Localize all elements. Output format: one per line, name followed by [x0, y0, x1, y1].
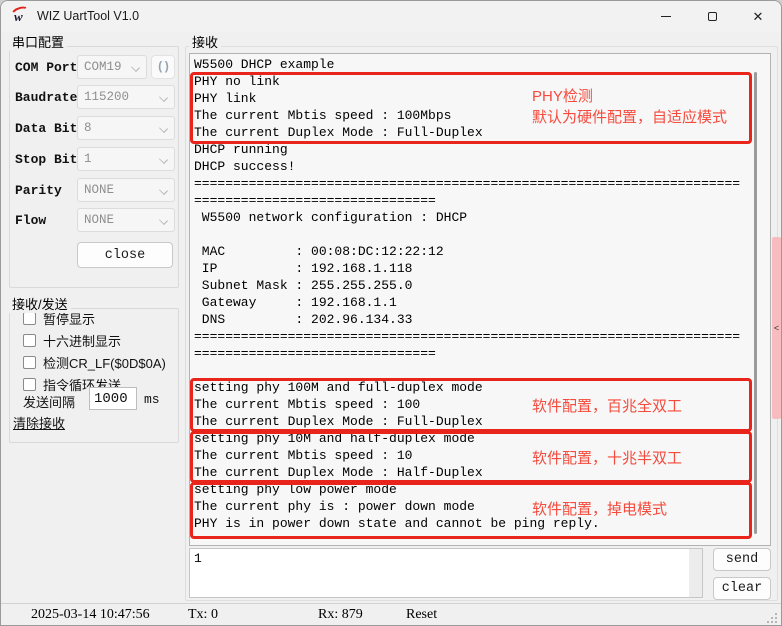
terminal-line: MAC : 00:08:DC:12:22:12 — [194, 244, 740, 261]
chevron-down-icon — [131, 63, 140, 72]
terminal-line: =============================== — [194, 346, 740, 363]
title-bar: w WIZ UartTool V1.0 ✕ — [1, 1, 781, 32]
terminal-line: ========================================… — [194, 176, 740, 193]
chevron-down-icon — [159, 124, 168, 133]
com-port-label: COM Port — [15, 60, 77, 75]
status-bar: 2025-03-14 10:47:56 Tx: 0 Rx: 879 Reset — [1, 603, 781, 626]
annotation-phy-default: 默认为硬件配置，自适应模式 — [532, 106, 727, 127]
checkbox-icon — [23, 312, 36, 325]
chevron-down-icon — [159, 216, 168, 225]
parity-label: Parity — [15, 183, 62, 198]
chevron-down-icon — [159, 186, 168, 195]
checkbox-icon — [23, 378, 36, 391]
parity-select[interactable]: NONE — [77, 178, 175, 202]
receive-group-label: 接收 — [189, 32, 221, 51]
checkbox-icon — [23, 356, 36, 369]
terminal-line — [194, 227, 740, 244]
side-panel-handle[interactable]: < — [772, 237, 781, 419]
stop-bit-select[interactable]: 1 — [77, 147, 175, 171]
resize-grip-icon[interactable] — [775, 621, 777, 623]
hex-display-checkbox[interactable]: 十六进制显示 — [23, 331, 121, 350]
send-area: 1 — [189, 548, 703, 598]
minimize-button[interactable] — [643, 1, 689, 32]
data-bit-select[interactable]: 8 — [77, 116, 175, 140]
terminal-line: ========================================… — [194, 329, 740, 346]
crlf-detect-checkbox[interactable]: 检测CR_LF($0D$0A) — [23, 353, 166, 372]
chevron-left-icon: < — [774, 323, 779, 333]
rxtx-group-label: 接收/发送 — [9, 294, 71, 313]
status-datetime: 2025-03-14 10:47:56 — [31, 607, 150, 623]
close-window-button[interactable]: ✕ — [735, 1, 781, 32]
annotation-power-down: 软件配置，掉电模式 — [532, 498, 667, 519]
terminal-line: =============================== — [194, 193, 740, 210]
chevron-down-icon — [159, 155, 168, 164]
terminal-scrollbar[interactable] — [754, 72, 757, 534]
send-interval-label: 发送间隔 — [23, 392, 75, 411]
send-input[interactable]: 1 — [189, 548, 703, 598]
send-interval-unit: ms — [144, 392, 160, 407]
terminal-line: DHCP success! — [194, 159, 740, 176]
baudrate-label: Baudrate — [15, 90, 77, 105]
chevron-down-icon — [159, 93, 168, 102]
baudrate-select[interactable]: 115200 — [77, 85, 175, 109]
window-title: WIZ UartTool V1.0 — [37, 9, 139, 23]
send-button[interactable]: send — [713, 548, 771, 571]
clear-button[interactable]: clear — [713, 577, 771, 600]
terminal-line: W5500 network configuration : DHCP — [194, 210, 740, 227]
terminal-line: Gateway : 192.168.1.1 — [194, 295, 740, 312]
maximize-button[interactable] — [689, 1, 735, 32]
close-icon: ✕ — [753, 10, 764, 23]
status-tx-count: Tx: 0 — [188, 607, 218, 623]
app-window: w WIZ UartTool V1.0 ✕ 串口配置 接收/发送 接收 COM … — [0, 0, 782, 626]
send-input-scrollbar[interactable] — [689, 549, 702, 597]
annotation-full-duplex: 软件配置，百兆全双工 — [532, 395, 682, 416]
flow-label: Flow — [15, 213, 46, 228]
checkbox-icon — [23, 334, 36, 347]
terminal-line: DNS : 202.96.134.33 — [194, 312, 740, 329]
maximize-icon — [708, 12, 717, 21]
flow-select[interactable]: NONE — [77, 208, 175, 232]
status-reset[interactable]: Reset — [406, 607, 437, 623]
terminal-line: IP : 192.168.1.118 — [194, 261, 740, 278]
annotation-half-duplex: 软件配置，十兆半双工 — [532, 447, 682, 468]
receive-terminal[interactable]: W5500 DHCP example PHY no link PHY link … — [189, 53, 771, 546]
data-bit-label: Data Bit — [15, 121, 77, 136]
serial-config-group-label: 串口配置 — [9, 32, 67, 51]
annotation-phy-detect: PHY检测 — [532, 85, 593, 106]
power-down-highlight-box — [190, 482, 752, 539]
status-rx-count: Rx: 879 — [318, 607, 363, 623]
send-interval-input[interactable] — [89, 387, 137, 410]
close-port-button[interactable]: close — [77, 242, 173, 268]
stop-bit-label: Stop Bit — [15, 152, 77, 167]
com-port-select[interactable]: COM19 — [77, 55, 147, 79]
refresh-icon: () — [157, 60, 169, 74]
terminal-line: DHCP running — [194, 142, 740, 159]
clear-receive-link[interactable]: 清除接收 — [13, 413, 65, 432]
terminal-line: Subnet Mask : 255.255.255.0 — [194, 278, 740, 295]
wiznet-logo-icon: w — [11, 7, 33, 25]
refresh-ports-button[interactable]: () — [151, 55, 175, 79]
minimize-icon — [661, 16, 671, 17]
